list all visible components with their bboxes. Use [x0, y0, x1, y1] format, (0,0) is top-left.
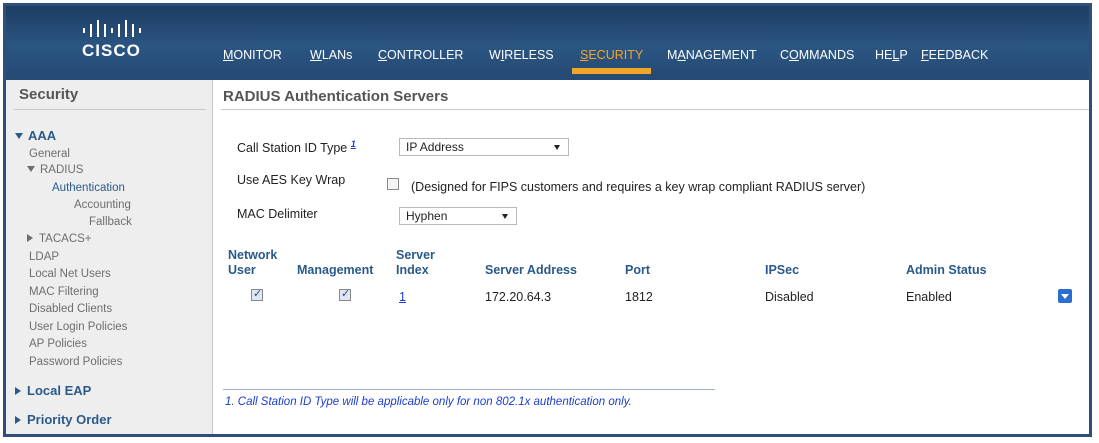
sidebar-item-disabled-clients[interactable]: Disabled Clients [29, 303, 112, 315]
top-banner: CISCO MONITOR WLANs CONTROLLER WIRELESS … [6, 6, 1089, 80]
sidebar-item-password-policies[interactable]: Password Policies [29, 356, 122, 368]
sidebar-item-radius[interactable]: RADIUS [27, 164, 83, 176]
aes-key-wrap-label: Use AES Key Wrap [237, 173, 346, 187]
server-index-link[interactable]: 1 [399, 290, 406, 304]
nav-monitor[interactable]: MONITOR [223, 48, 282, 62]
nav-feedback[interactable]: FEEDBACK [921, 48, 988, 62]
sidebar-title: Security [19, 86, 79, 103]
collapsed-arrow-icon [15, 416, 21, 424]
collapsed-arrow-icon [15, 387, 21, 395]
sidebar-item-local-net-users[interactable]: Local Net Users [29, 268, 111, 280]
col-header-management: Management [297, 263, 374, 277]
expanded-arrow-icon [27, 166, 35, 172]
main-content: RADIUS Authentication Servers Call Stati… [213, 80, 1089, 434]
mac-delimiter-select[interactable]: Hyphen [399, 207, 517, 225]
col-header-network-user: Network User [228, 248, 278, 277]
cisco-bars-icon [83, 20, 141, 37]
sidebar: Security AAA General RADIUS Authenticati… [6, 80, 213, 434]
cisco-wordmark: CISCO [82, 41, 141, 60]
call-station-id-label: Call Station ID Type 1 [237, 139, 356, 155]
nav-wlans[interactable]: WLANs [310, 48, 352, 62]
call-station-id-select[interactable]: IP Address [399, 138, 569, 156]
nav-management[interactable]: MANAGEMENT [667, 48, 757, 62]
footnote-text: 1. Call Station ID Type will be applicab… [225, 396, 632, 408]
nav-wireless[interactable]: WIRELESS [489, 48, 554, 62]
sidebar-divider [14, 109, 206, 110]
chevron-down-icon [502, 214, 508, 219]
col-header-admin-status: Admin Status [906, 263, 987, 277]
expanded-arrow-icon [15, 133, 23, 139]
sidebar-item-ap-policies[interactable]: AP Policies [29, 338, 87, 350]
aes-key-wrap-checkbox[interactable] [387, 178, 399, 190]
management-checkbox[interactable] [339, 287, 351, 301]
sidebar-item-mac-filtering[interactable]: MAC Filtering [29, 286, 99, 298]
nav-security[interactable]: SECURITY [571, 48, 652, 74]
row-actions-dropdown-icon[interactable] [1058, 289, 1072, 303]
col-header-server-index: Server Index [396, 248, 435, 277]
admin-status-cell: Enabled [906, 290, 952, 304]
port-cell: 1812 [625, 290, 653, 304]
sidebar-item-ldap[interactable]: LDAP [29, 251, 59, 263]
sidebar-item-authentication[interactable]: Authentication [52, 182, 125, 194]
mac-delimiter-label: MAC Delimiter [237, 207, 318, 221]
sidebar-item-tacacs[interactable]: TACACS+ [27, 233, 92, 245]
col-header-ipsec: IPSec [765, 263, 800, 277]
collapsed-arrow-icon [27, 234, 33, 242]
sidebar-item-accounting[interactable]: Accounting [74, 199, 131, 211]
col-header-server-address: Server Address [485, 263, 577, 277]
page-title: RADIUS Authentication Servers [223, 88, 449, 105]
nav-help[interactable]: HELP [875, 48, 908, 62]
col-header-port: Port [625, 263, 650, 277]
sidebar-item-priority-order[interactable]: Priority Order [15, 412, 112, 427]
network-user-checkbox[interactable] [251, 287, 263, 301]
ipsec-cell: Disabled [765, 290, 814, 304]
nav-commands[interactable]: COMMANDS [780, 48, 854, 62]
chevron-down-icon [554, 145, 560, 150]
footnote-divider [223, 389, 715, 390]
title-divider [221, 109, 1089, 110]
sidebar-item-user-login-policies[interactable]: User Login Policies [29, 321, 127, 333]
sidebar-item-local-eap[interactable]: Local EAP [15, 383, 91, 398]
footnote-link[interactable]: 1 [351, 139, 356, 149]
sidebar-item-fallback[interactable]: Fallback [89, 216, 132, 228]
cisco-logo[interactable]: CISCO [58, 19, 148, 67]
nav-controller[interactable]: CONTROLLER [378, 48, 463, 62]
aes-key-wrap-note: (Designed for FIPS customers and require… [411, 180, 866, 194]
sidebar-item-general[interactable]: General [29, 148, 70, 160]
server-address-cell: 172.20.64.3 [485, 290, 552, 304]
app-window: CISCO MONITOR WLANs CONTROLLER WIRELESS … [3, 3, 1092, 437]
sidebar-item-aaa[interactable]: AAA [15, 128, 56, 143]
